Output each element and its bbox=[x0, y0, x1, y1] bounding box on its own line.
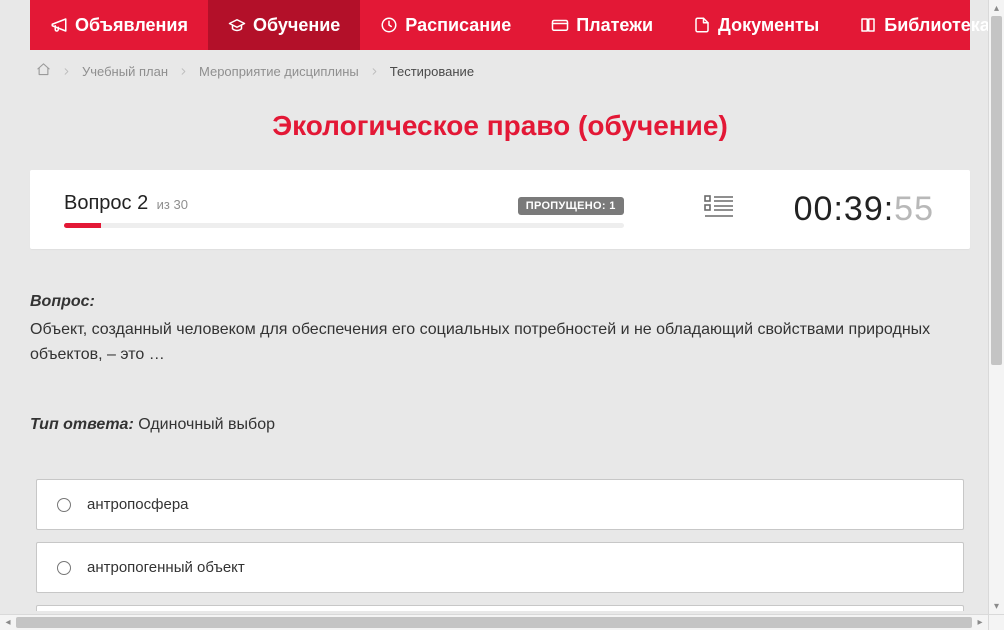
doc-icon bbox=[693, 16, 711, 34]
book-icon bbox=[859, 16, 877, 34]
nav-label: Библиотека bbox=[884, 15, 990, 36]
scroll-left-arrow-icon[interactable]: ◂ bbox=[0, 615, 16, 630]
chevron-right-icon bbox=[178, 66, 189, 77]
answer-radio[interactable] bbox=[57, 498, 71, 512]
nav-item-library[interactable]: Библиотека bbox=[839, 0, 1000, 50]
question-block: Вопрос: Объект, созданный человеком для … bbox=[30, 289, 970, 437]
clock-icon bbox=[380, 16, 398, 34]
answer-option-partial bbox=[36, 605, 964, 611]
timer-seconds: 55 bbox=[894, 190, 934, 229]
nav-label: Платежи bbox=[576, 15, 653, 36]
question-total: из 30 bbox=[157, 197, 188, 212]
question-label: Вопрос: bbox=[30, 293, 95, 310]
nav-label: Объявления bbox=[75, 15, 188, 36]
nav-label: Расписание bbox=[405, 15, 511, 36]
scroll-down-arrow-icon[interactable]: ▾ bbox=[989, 598, 1004, 614]
nav-item-schedule[interactable]: Расписание bbox=[360, 0, 531, 50]
chevron-right-icon bbox=[369, 66, 380, 77]
question-number: Вопрос 2 bbox=[64, 192, 148, 214]
nav-label: Обучение bbox=[253, 15, 340, 36]
nav-item-documents[interactable]: Документы bbox=[673, 0, 839, 50]
scroll-thumb[interactable] bbox=[16, 617, 972, 628]
answer-type-value: Одиночный выбор bbox=[138, 416, 275, 433]
answer-option[interactable]: антропогенный объект bbox=[36, 542, 964, 593]
answer-radio[interactable] bbox=[57, 561, 71, 575]
breadcrumb: Учебный план Мероприятие дисциплины Тест… bbox=[30, 50, 970, 92]
breadcrumb-current: Тестирование bbox=[390, 64, 474, 79]
answer-text: антропосфера bbox=[87, 496, 189, 513]
answers-list: антропосфера антропогенный объект bbox=[30, 479, 970, 611]
vertical-scrollbar[interactable]: ▴ ▾ bbox=[988, 0, 1004, 614]
scroll-up-arrow-icon[interactable]: ▴ bbox=[989, 0, 1004, 16]
question-list-icon[interactable] bbox=[704, 194, 734, 225]
nav-item-announcements[interactable]: Объявления bbox=[30, 0, 208, 50]
timer-main: 00:39: bbox=[794, 190, 895, 229]
progress-bar bbox=[64, 223, 624, 228]
nav-item-payments[interactable]: Платежи bbox=[531, 0, 673, 50]
nav-item-learning[interactable]: Обучение bbox=[208, 0, 360, 50]
chevron-right-icon bbox=[61, 66, 72, 77]
nav-label: Документы bbox=[718, 15, 819, 36]
breadcrumb-link[interactable]: Мероприятие дисциплины bbox=[199, 64, 359, 79]
scroll-corner bbox=[988, 614, 1004, 630]
home-icon[interactable] bbox=[36, 62, 51, 80]
answer-option[interactable]: антропосфера bbox=[36, 479, 964, 530]
question-text: Объект, созданный человеком для обеспече… bbox=[30, 317, 970, 368]
horizontal-scrollbar[interactable]: ◂ ▸ bbox=[0, 614, 988, 630]
timer: 00:39:55 bbox=[794, 190, 942, 229]
graduation-icon bbox=[228, 16, 246, 34]
scroll-right-arrow-icon[interactable]: ▸ bbox=[972, 615, 988, 630]
progress-fill bbox=[64, 223, 101, 228]
scroll-thumb[interactable] bbox=[991, 16, 1002, 365]
skipped-badge: ПРОПУЩЕНО: 1 bbox=[518, 197, 624, 215]
megaphone-icon bbox=[50, 16, 68, 34]
breadcrumb-link[interactable]: Учебный план bbox=[82, 64, 168, 79]
card-icon bbox=[551, 16, 569, 34]
test-status-card: Вопрос 2 из 30 ПРОПУЩЕНО: 1 bbox=[30, 170, 970, 249]
answer-text: антропогенный объект bbox=[87, 559, 245, 576]
main-nav: Объявления Обучение Расписание bbox=[30, 0, 970, 50]
page-title: Экологическое право (обучение) bbox=[30, 110, 970, 142]
answer-type-label: Тип ответа: bbox=[30, 416, 134, 433]
